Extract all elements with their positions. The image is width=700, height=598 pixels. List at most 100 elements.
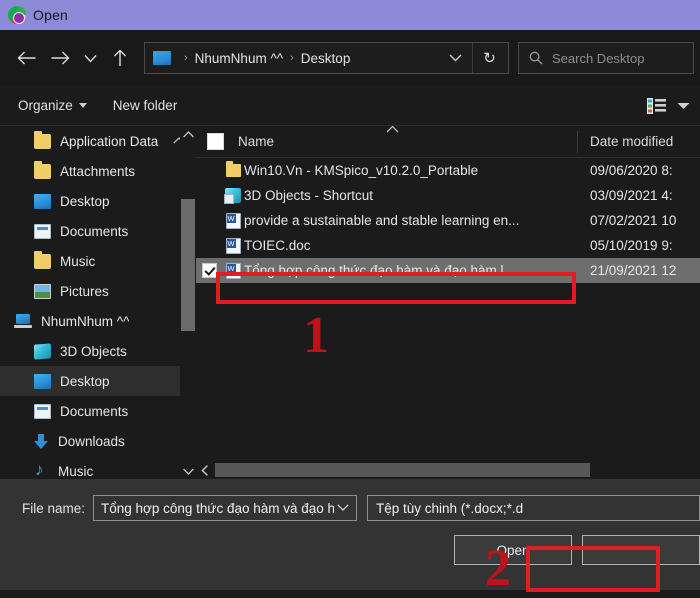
view-options [647,97,690,114]
date-modified-cell: 21/09/2021 12 [590,263,677,278]
sidebar-item-attachments[interactable]: Attachments [0,156,196,186]
hscrollbar-track[interactable] [213,461,700,479]
window-title: Open [33,7,69,23]
folder-icon [34,250,51,269]
caret-up-icon [386,126,399,136]
select-all-checkbox[interactable] [207,133,224,150]
word-document-icon [222,237,244,254]
sidebar-item-documents[interactable]: Documents [0,216,196,246]
list-view-icon[interactable] [647,97,666,114]
word-document-icon-glyph [225,262,241,279]
organize-label: Organize [18,98,73,113]
sidebar-item-pictures[interactable]: Pictures [0,276,196,306]
breadcrumb-separator-0: › [184,52,188,64]
open-file-dialog: Open › NhumNhum ^^ › Desktop ↻ Search De… [0,0,700,598]
folder-tree: Application Data Attachments Desktop Docume… [0,126,196,479]
file-list-pane: Name Date modified Win10.Vn - KMSpico_v1… [196,126,700,479]
file-name-chevron-down-icon[interactable] [334,502,352,514]
breadcrumb-desktop[interactable]: Desktop [301,51,351,66]
folder-icon [34,160,51,179]
organize-button[interactable]: Organize [18,98,87,113]
download-icon [34,433,49,449]
refresh-icon[interactable]: ↻ [472,43,506,73]
sidebar-item-nhumnhum[interactable]: NhumNhum ^^ [0,306,196,336]
app-circle-icon [8,6,26,24]
date-modified-cell: 09/06/2020 8: [590,163,673,178]
desktop-icon [153,51,171,65]
sidebar-item-documents[interactable]: Documents [0,396,196,426]
chevron-down-icon[interactable] [445,51,472,65]
word-document-icon [222,262,244,279]
annotation-step-1: 1 [303,307,329,364]
file-list-hscrollbar[interactable] [196,461,700,479]
column-header-date-modified[interactable]: Date modified [578,134,673,149]
file-name-cell: 3D Objects - Shortcut [244,188,374,203]
hscrollbar-thumb[interactable] [215,463,590,477]
sidebar-item-3d-objects[interactable]: 3D Objects [0,336,196,366]
word-document-icon-glyph [225,212,241,229]
command-bar: Organize New folder [0,86,700,126]
forward-button[interactable] [44,42,76,74]
sidebar-item-music[interactable]: Music [0,456,196,480]
date-modified-cell: 05/10/2019 9: [590,238,673,253]
table-row[interactable]: provide a sustainable and stable learnin… [196,208,700,233]
address-bar[interactable]: › NhumNhum ^^ › Desktop ↻ [144,42,509,74]
scrollbar-thumb[interactable] [181,199,195,331]
sidebar-item-label: Desktop [60,193,110,209]
file-rows: Win10.Vn - KMSpico_v10.2.0_Portable 09/06… [196,158,700,461]
file-name-value: Tổng hợp công thức đạo hàm và đạo h [101,500,334,516]
sidebar-item-downloads[interactable]: Downloads [0,426,196,456]
dialog-buttons-row: Open [0,535,700,565]
table-row[interactable]: Tổng hợp công thức đạo hàm và đạo hàm l.… [196,258,700,283]
file-name-row: File name: Tổng hợp công thức đạo hàm và… [0,495,700,521]
table-row[interactable]: 3D Objects - Shortcut 03/09/2021 4: [196,183,700,208]
sidebar-item-label: Desktop [60,373,110,389]
open-button[interactable]: Open [454,535,572,565]
row-checkbox[interactable] [196,263,222,278]
cancel-button[interactable] [582,535,700,565]
file-name-cell: Win10.Vn - KMSpico_v10.2.0_Portable [244,163,479,178]
scroll-down-icon[interactable] [180,463,196,479]
sidebar-item-application-data[interactable]: Application Data [0,126,196,156]
folder-icon [222,161,244,177]
shortcut-3d-icon [222,188,244,204]
scrollbar-track[interactable] [180,142,196,463]
navigation-pane-scrollbar[interactable] [180,126,196,479]
view-caret-down-icon[interactable] [677,102,690,110]
breadcrumb-user[interactable]: NhumNhum ^^ [195,51,283,66]
search-input[interactable]: Search Desktop [518,42,694,74]
chevron-left-icon[interactable] [196,461,213,479]
breadcrumb-separator-1: › [290,52,294,64]
sidebar-item-label: Downloads [58,433,125,449]
sidebar-item-label: Music [58,463,94,479]
sidebar-item-desktop[interactable]: Desktop [0,366,196,396]
file-name-input[interactable]: Tổng hợp công thức đạo hàm và đạo h [93,495,357,521]
annotation-step-2: 2 [485,540,511,597]
sidebar-item-label: Music [60,253,96,269]
documents-icon [34,223,51,239]
music-icon [34,460,49,480]
folder-icon [34,130,51,149]
word-document-icon [222,212,244,229]
shortcut-3d-icon-glyph [224,188,241,204]
new-folder-button[interactable]: New folder [113,98,178,113]
sidebar-item-label: 3D Objects [60,343,127,359]
file-type-dropdown[interactable]: Tệp tùy chinh (*.docx;*.d [367,495,700,521]
scroll-up-icon[interactable] [180,126,196,142]
back-button[interactable] [10,42,42,74]
recent-locations-button[interactable] [78,42,102,74]
dialog-footer: File name: Tổng hợp công thức đạo hàm và… [0,479,700,590]
up-button[interactable] [104,42,136,74]
file-name-cell: TOIEC.doc [244,238,311,253]
navigation-pane: Application Data Attachments Desktop Docume… [0,126,196,479]
sidebar-item-label: Application Data [60,133,159,149]
sidebar-item-desktop[interactable]: Desktop [0,186,196,216]
navigation-bar: › NhumNhum ^^ › Desktop ↻ Search Desktop [0,30,700,86]
new-folder-label: New folder [112,98,178,113]
column-header-name[interactable]: Name [196,126,578,158]
sidebar-item-music[interactable]: Music [0,246,196,276]
table-row[interactable]: Win10.Vn - KMSpico_v10.2.0_Portable 09/06… [196,158,700,183]
documents-icon [34,403,51,419]
word-document-icon-glyph [225,237,241,254]
table-row[interactable]: TOIEC.doc 05/10/2019 9: [196,233,700,258]
